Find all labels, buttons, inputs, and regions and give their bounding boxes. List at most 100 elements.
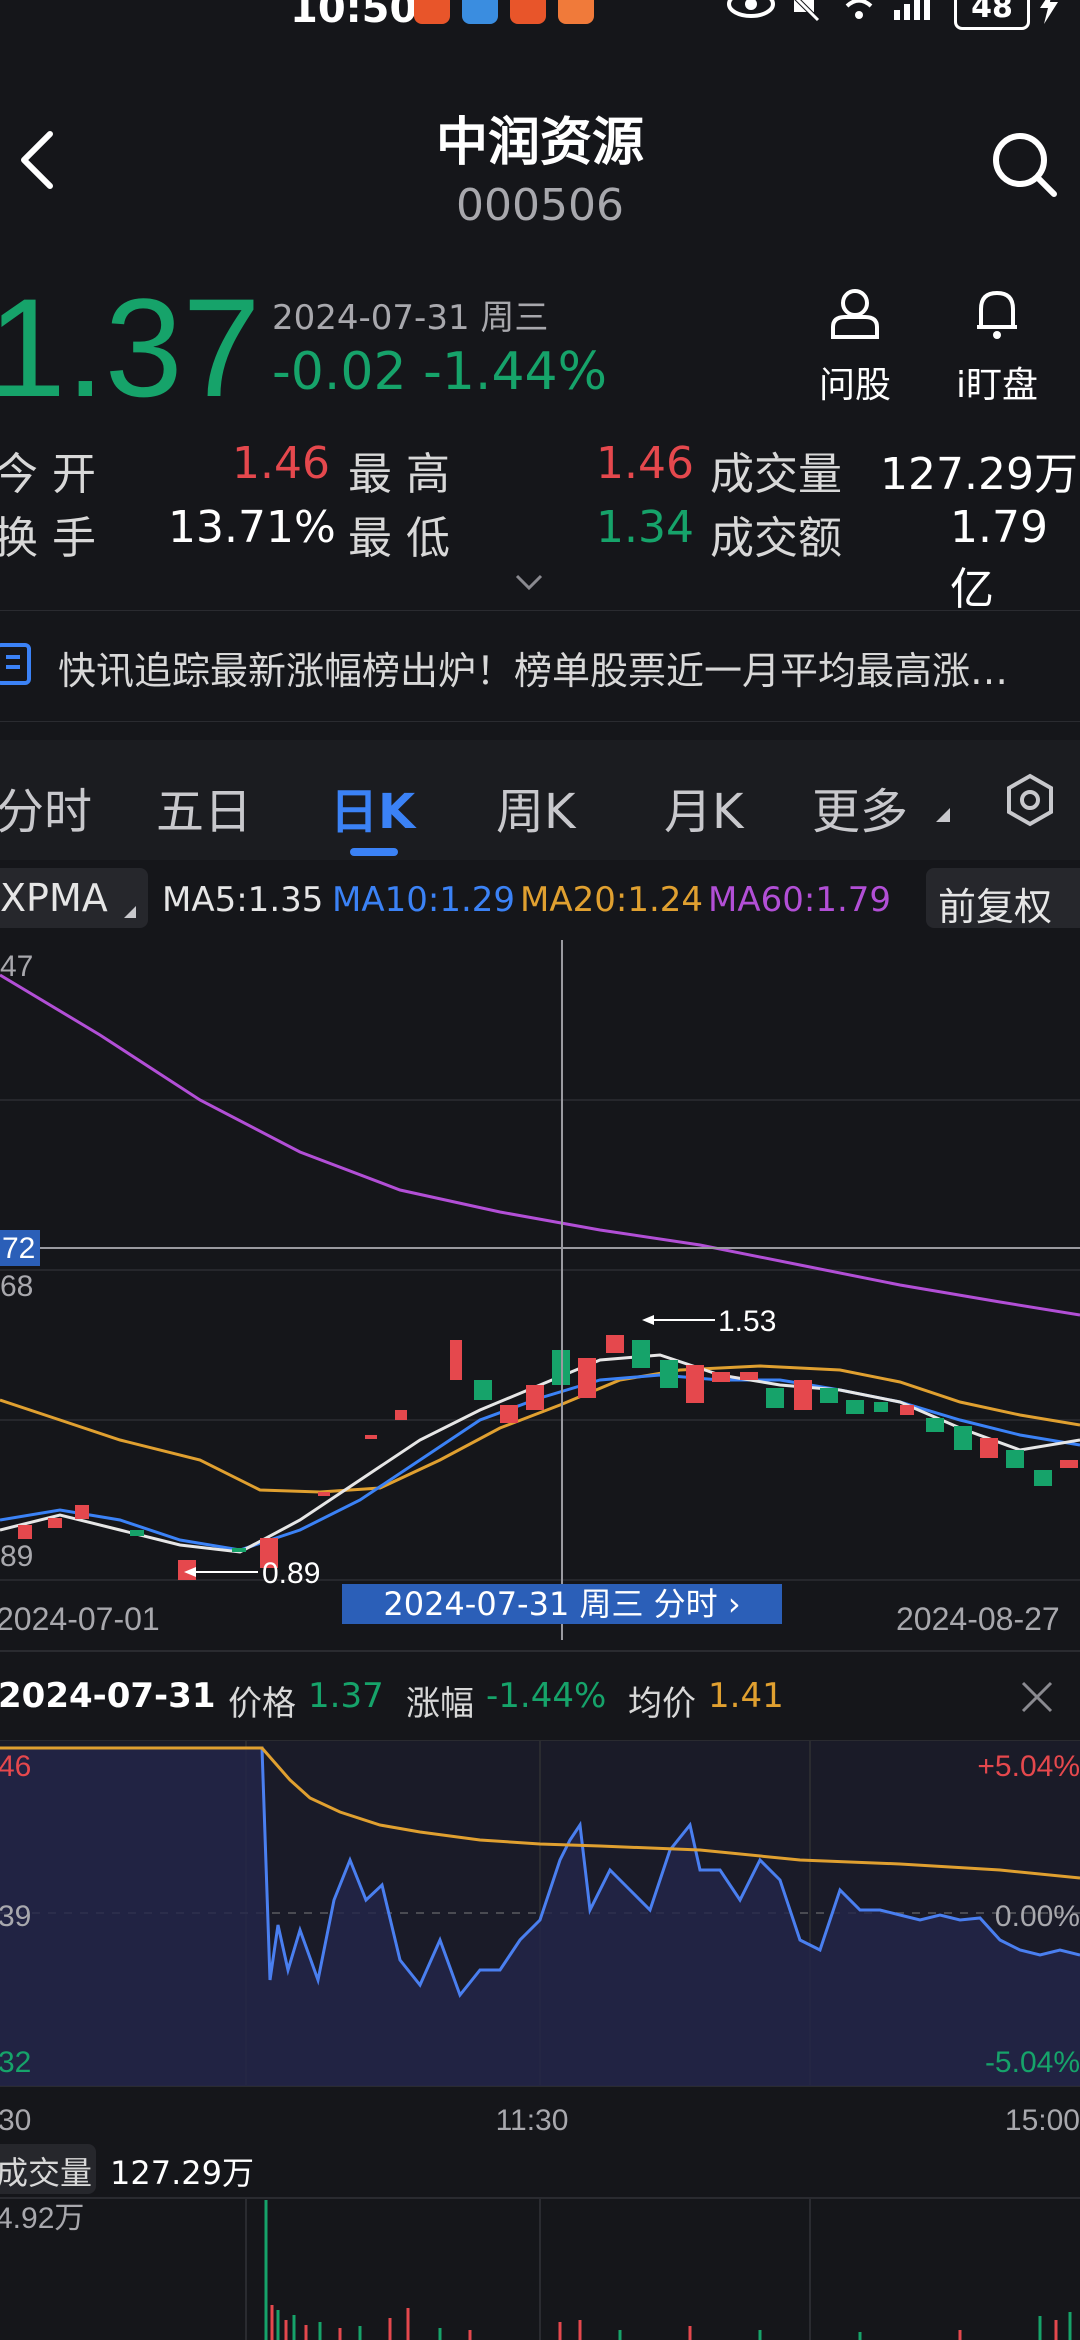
tab-five-day[interactable]: 五日 bbox=[156, 772, 252, 842]
candle bbox=[954, 1426, 972, 1450]
close-icon[interactable] bbox=[1020, 1680, 1054, 1714]
app-notification-icon bbox=[558, 0, 594, 24]
candle bbox=[18, 1525, 32, 1539]
bell-icon bbox=[977, 290, 1017, 339]
axis-date-right: 2024-08-27 bbox=[896, 1601, 1060, 1637]
news-icon bbox=[0, 643, 31, 685]
stock-code: 000506 bbox=[456, 180, 624, 231]
signal-icon bbox=[894, 0, 930, 20]
candle bbox=[660, 1360, 678, 1388]
change-percent: -1.44% bbox=[423, 342, 608, 402]
tab-monthly-k[interactable]: 月K bbox=[664, 772, 743, 842]
ma60-line bbox=[0, 973, 1080, 1317]
intraday-pct: -1.44% bbox=[486, 1676, 607, 1716]
app-notification-icon bbox=[510, 0, 546, 24]
ma60-value: MA60:1.79 bbox=[708, 880, 892, 920]
candle bbox=[712, 1372, 730, 1382]
candle bbox=[632, 1340, 650, 1368]
candle bbox=[1060, 1460, 1078, 1468]
max-marker-arrow bbox=[642, 1315, 654, 1325]
open-value: 1.46 bbox=[232, 438, 330, 489]
settings-icon[interactable] bbox=[1002, 772, 1058, 828]
tab-daily-k[interactable]: 日K bbox=[330, 772, 415, 842]
candle bbox=[474, 1380, 492, 1400]
volume-section-value: 127.29万 bbox=[110, 2154, 254, 2192]
intraday-pct-label: 涨幅 bbox=[406, 1684, 474, 1724]
volume-value: 127.29万 bbox=[880, 449, 1078, 500]
person-icon bbox=[831, 289, 879, 339]
candle bbox=[48, 1518, 62, 1528]
kline-chart[interactable]: 72 47 68 89 1.53 0.89 2024-07-01 2024-08… bbox=[0, 940, 1080, 1640]
candle bbox=[232, 1548, 246, 1552]
tab-intraday[interactable]: 分时 bbox=[0, 772, 92, 842]
intraday-right-mid: 0.00% bbox=[995, 1900, 1080, 1933]
axis-low-label: 89 bbox=[0, 1540, 33, 1573]
date-banner[interactable]: 2024-07-31 周三 分时 › bbox=[342, 1584, 782, 1624]
high-value: 1.46 bbox=[596, 438, 694, 489]
ask-stock-label: 问股 bbox=[818, 365, 891, 406]
candle bbox=[606, 1335, 624, 1353]
intraday-chart[interactable]: 46 39 32 +5.04% 0.00% -5.04% 30 11:30 15… bbox=[0, 1740, 1080, 2140]
candle bbox=[846, 1400, 864, 1414]
stock-name: 中润资源 bbox=[435, 113, 644, 173]
intraday-date: 2024-07-31 bbox=[0, 1676, 216, 1716]
candle bbox=[318, 1492, 330, 1496]
adjust-mode[interactable]: 前复权 bbox=[938, 876, 1052, 931]
low-value: 1.34 bbox=[596, 502, 694, 553]
candle bbox=[926, 1418, 944, 1432]
ma20-value: MA20:1.24 bbox=[520, 880, 704, 920]
candle bbox=[1034, 1470, 1052, 1486]
candle bbox=[766, 1388, 784, 1408]
candle bbox=[820, 1388, 838, 1403]
candle bbox=[1006, 1450, 1024, 1468]
candle bbox=[365, 1435, 377, 1439]
axis-date-left: 2024-07-01 bbox=[0, 1601, 160, 1637]
volume-axis-label: 4.92万 bbox=[0, 2202, 84, 2235]
watch-market-button[interactable]: i盯盘 bbox=[942, 285, 1052, 408]
amount-label: 成交额 bbox=[710, 513, 842, 564]
charging-icon bbox=[1040, 0, 1058, 24]
intraday-left-top: 46 bbox=[0, 1750, 31, 1783]
chevron-down-icon[interactable] bbox=[514, 572, 544, 592]
candle bbox=[578, 1358, 596, 1398]
search-icon[interactable] bbox=[990, 130, 1060, 200]
candle bbox=[980, 1438, 998, 1458]
app-notification-icon bbox=[414, 0, 450, 24]
ma10-value: MA10:1.29 bbox=[332, 880, 516, 920]
open-label: 今 开 bbox=[0, 449, 96, 500]
candle bbox=[500, 1405, 518, 1423]
volume-bars bbox=[264, 2200, 1072, 2340]
indicator-type[interactable]: XPMA bbox=[0, 876, 108, 920]
candle bbox=[75, 1505, 89, 1519]
news-headline[interactable]: 快讯追踪最新涨幅榜出炉！榜单股票近一月平均最高涨… bbox=[58, 640, 1048, 695]
max-marker-label: 1.53 bbox=[718, 1305, 776, 1338]
intraday-right-top: +5.04% bbox=[977, 1750, 1080, 1783]
intraday-left-bot: 32 bbox=[0, 2046, 31, 2079]
axis-mid-label: 68 bbox=[0, 1270, 33, 1303]
current-price: 1.37 bbox=[0, 269, 261, 426]
tab-weekly-k[interactable]: 周K bbox=[496, 772, 575, 842]
min-marker-label: 0.89 bbox=[262, 1557, 320, 1590]
candle bbox=[686, 1365, 704, 1403]
ask-stock-button[interactable]: 问股 bbox=[800, 285, 910, 408]
low-label: 最 低 bbox=[348, 513, 450, 564]
axis-top-label: 47 bbox=[0, 950, 33, 983]
intraday-avg-label: 均价 bbox=[628, 1684, 696, 1724]
tab-more[interactable]: 更多 bbox=[812, 772, 908, 842]
price-change: -0.02 -1.44% bbox=[272, 342, 607, 402]
high-label: 最 高 bbox=[348, 449, 450, 500]
turnover-label: 换 手 bbox=[0, 513, 96, 564]
intraday-time-left: 30 bbox=[0, 2104, 31, 2137]
status-bar: 10:50 48 bbox=[0, 0, 1080, 40]
wifi-icon bbox=[845, 0, 873, 19]
eye-icon bbox=[727, 0, 775, 18]
kline-grid bbox=[0, 1099, 1080, 1581]
volume-section-label: 成交量 bbox=[0, 2154, 93, 2192]
candle bbox=[450, 1340, 462, 1380]
candle bbox=[900, 1405, 914, 1415]
candle bbox=[395, 1410, 407, 1420]
intraday-price-label: 价格 bbox=[228, 1684, 296, 1724]
app-notification-icon bbox=[462, 0, 498, 24]
status-time: 10:50 bbox=[290, 0, 418, 32]
candle bbox=[874, 1402, 888, 1412]
